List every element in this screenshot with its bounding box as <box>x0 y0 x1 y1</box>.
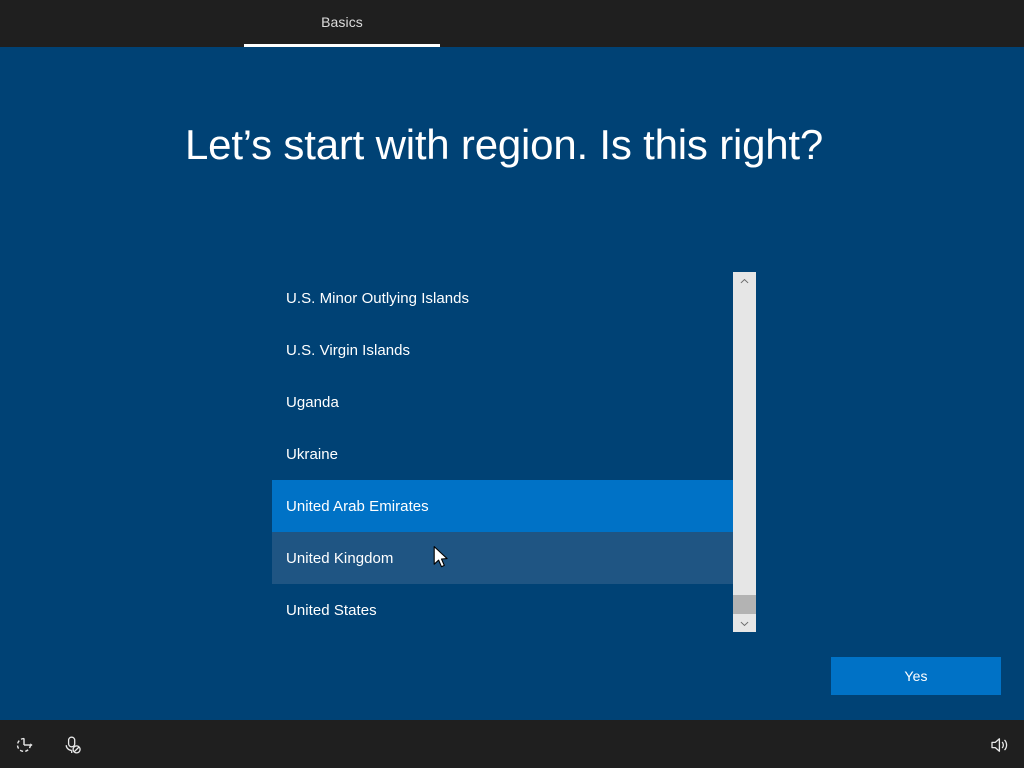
region-listbox[interactable]: U.S. Minor Outlying Islands U.S. Virgin … <box>272 272 756 632</box>
ease-of-access-icon <box>13 734 35 756</box>
speech-recognition-off-button[interactable] <box>59 732 85 758</box>
scrollbar-up-button[interactable] <box>733 272 756 290</box>
list-item-label: Uganda <box>286 394 339 411</box>
tab-basics[interactable]: Basics <box>244 0 440 47</box>
list-item[interactable]: Uganda <box>272 376 736 428</box>
chevron-down-icon <box>740 619 749 628</box>
list-item-selected[interactable]: United Arab Emirates <box>272 480 736 532</box>
window-chrome-top: Basics <box>0 0 1024 47</box>
list-item-label: United States <box>286 602 377 619</box>
page-title: Let’s start with region. Is this right? <box>185 120 945 170</box>
speech-off-icon <box>61 734 83 756</box>
oobe-screen: Basics Let’s start with region. Is this … <box>0 0 1024 768</box>
list-item-label: United Arab Emirates <box>286 498 429 515</box>
scrollbar-down-button[interactable] <box>733 614 756 632</box>
tab-active-underline <box>244 44 440 47</box>
region-list-scrollbar[interactable] <box>733 272 756 632</box>
list-item[interactable]: United States <box>272 584 736 632</box>
list-item-label: U.S. Virgin Islands <box>286 342 410 359</box>
scrollbar-track[interactable] <box>733 290 756 614</box>
list-item[interactable]: U.S. Virgin Islands <box>272 324 736 376</box>
list-item-label: Ukraine <box>286 446 338 463</box>
ease-of-access-button[interactable] <box>11 732 37 758</box>
volume-button[interactable] <box>986 732 1012 758</box>
scrollbar-thumb[interactable] <box>733 595 756 616</box>
list-item-hovered[interactable]: United Kingdom <box>272 532 736 584</box>
list-item-label: United Kingdom <box>286 550 393 567</box>
region-list[interactable]: U.S. Minor Outlying Islands U.S. Virgin … <box>272 272 736 632</box>
list-item-label: U.S. Minor Outlying Islands <box>286 290 469 307</box>
confirm-yes-button[interactable]: Yes <box>831 657 1001 695</box>
list-item[interactable]: Ukraine <box>272 428 736 480</box>
volume-icon <box>988 734 1010 756</box>
chrome-tab-strip: Basics <box>0 0 1024 47</box>
tab-basics-label: Basics <box>321 14 363 30</box>
window-chrome-bottom <box>0 720 1024 768</box>
chevron-up-icon <box>740 277 749 286</box>
list-item[interactable]: U.S. Minor Outlying Islands <box>272 272 736 324</box>
